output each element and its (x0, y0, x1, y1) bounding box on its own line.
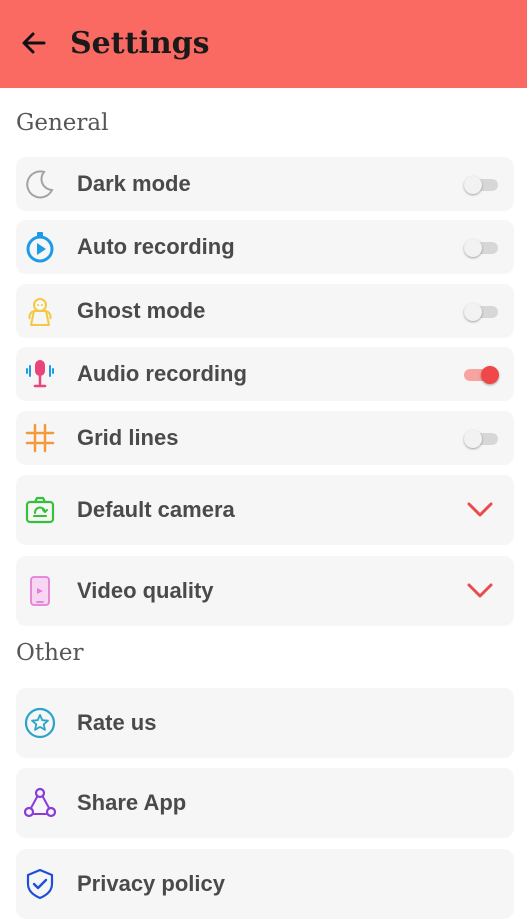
setting-dark-mode[interactable]: Dark mode (16, 157, 514, 211)
page-title: Settings (70, 26, 210, 61)
grid-lines-toggle[interactable] (464, 430, 498, 448)
setting-label: Video quality (77, 578, 214, 603)
share-app-item[interactable]: Share App (16, 768, 514, 838)
setting-label: Grid lines (77, 425, 179, 450)
setting-label: Ghost mode (77, 298, 206, 323)
phone-video-icon (30, 576, 50, 606)
setting-label: Default camera (77, 497, 235, 522)
timer-play-icon (26, 232, 54, 263)
dark-mode-toggle[interactable] (464, 176, 498, 194)
moon-icon (26, 170, 54, 199)
rate-us-item[interactable]: Rate us (16, 688, 514, 758)
app-bar: Settings (0, 0, 527, 88)
setting-audio-recording[interactable]: Audio recording (16, 347, 514, 401)
setting-label: Dark mode (77, 171, 191, 196)
setting-ghost-mode[interactable]: Ghost mode (16, 284, 514, 338)
privacy-policy-item[interactable]: Privacy policy (16, 849, 514, 919)
setting-grid-lines[interactable]: Grid lines (16, 411, 514, 465)
setting-auto-recording[interactable]: Auto recording (16, 220, 514, 274)
setting-label: Privacy policy (77, 871, 225, 896)
setting-label: Audio recording (77, 361, 247, 386)
star-icon (24, 707, 56, 739)
section-title-general: General (16, 110, 109, 136)
audio-recording-toggle[interactable] (464, 366, 499, 384)
setting-default-camera[interactable]: Default camera (16, 475, 514, 545)
setting-label: Rate us (77, 710, 157, 735)
microphone-icon (26, 360, 54, 388)
setting-label: Share App (77, 790, 187, 815)
setting-label: Auto recording (77, 234, 235, 259)
chevron-down-icon[interactable] (466, 582, 494, 600)
auto-recording-toggle[interactable] (464, 239, 498, 257)
setting-video-quality[interactable]: Video quality (16, 556, 514, 626)
ghost-icon (28, 298, 52, 326)
share-icon (24, 787, 56, 818)
shield-icon (26, 868, 54, 900)
chevron-down-icon[interactable] (466, 501, 494, 519)
section-title-other: Other (16, 640, 84, 666)
grid-icon (25, 423, 55, 453)
camera-switch-icon (25, 496, 55, 524)
ghost-mode-toggle[interactable] (464, 303, 498, 321)
back-arrow-icon[interactable] (18, 27, 50, 59)
